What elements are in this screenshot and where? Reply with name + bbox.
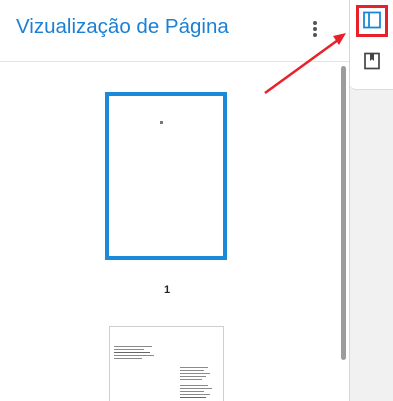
text-line xyxy=(180,388,212,389)
panel-title: Vizualização de Página xyxy=(16,15,229,38)
sidebar-panel-icon xyxy=(363,11,381,29)
bookmark-icon xyxy=(364,52,380,70)
text-line xyxy=(180,394,210,395)
text-line xyxy=(114,352,150,353)
rail-button-group xyxy=(350,0,393,90)
page-thumbnail-2[interactable] xyxy=(109,326,224,401)
text-line xyxy=(114,358,142,359)
toggle-sidebar-button[interactable] xyxy=(356,5,388,37)
text-line xyxy=(180,376,206,377)
more-options-icon[interactable] xyxy=(306,17,324,41)
panel-header: Vizualização de Página xyxy=(0,0,349,62)
scrollbar-thumb[interactable] xyxy=(341,66,346,360)
page-content-mark xyxy=(160,121,163,124)
text-line xyxy=(180,370,204,371)
bookmarks-button[interactable] xyxy=(356,46,388,78)
text-line xyxy=(180,373,210,374)
text-line xyxy=(180,379,202,380)
text-line xyxy=(114,355,154,356)
thumbnail-scrollbar[interactable] xyxy=(338,63,349,401)
page-number-label: 1 xyxy=(163,284,171,296)
text-line xyxy=(180,397,206,398)
text-line xyxy=(180,385,208,386)
page-thumbnail-1[interactable] xyxy=(105,92,227,260)
thumbnail-list: 1 xyxy=(0,63,338,401)
text-line xyxy=(180,391,204,392)
text-line xyxy=(180,367,208,368)
text-line xyxy=(114,349,144,350)
side-rail xyxy=(349,0,393,401)
page-view-panel: Vizualização de Página 1 xyxy=(0,0,349,401)
text-line xyxy=(114,346,152,347)
